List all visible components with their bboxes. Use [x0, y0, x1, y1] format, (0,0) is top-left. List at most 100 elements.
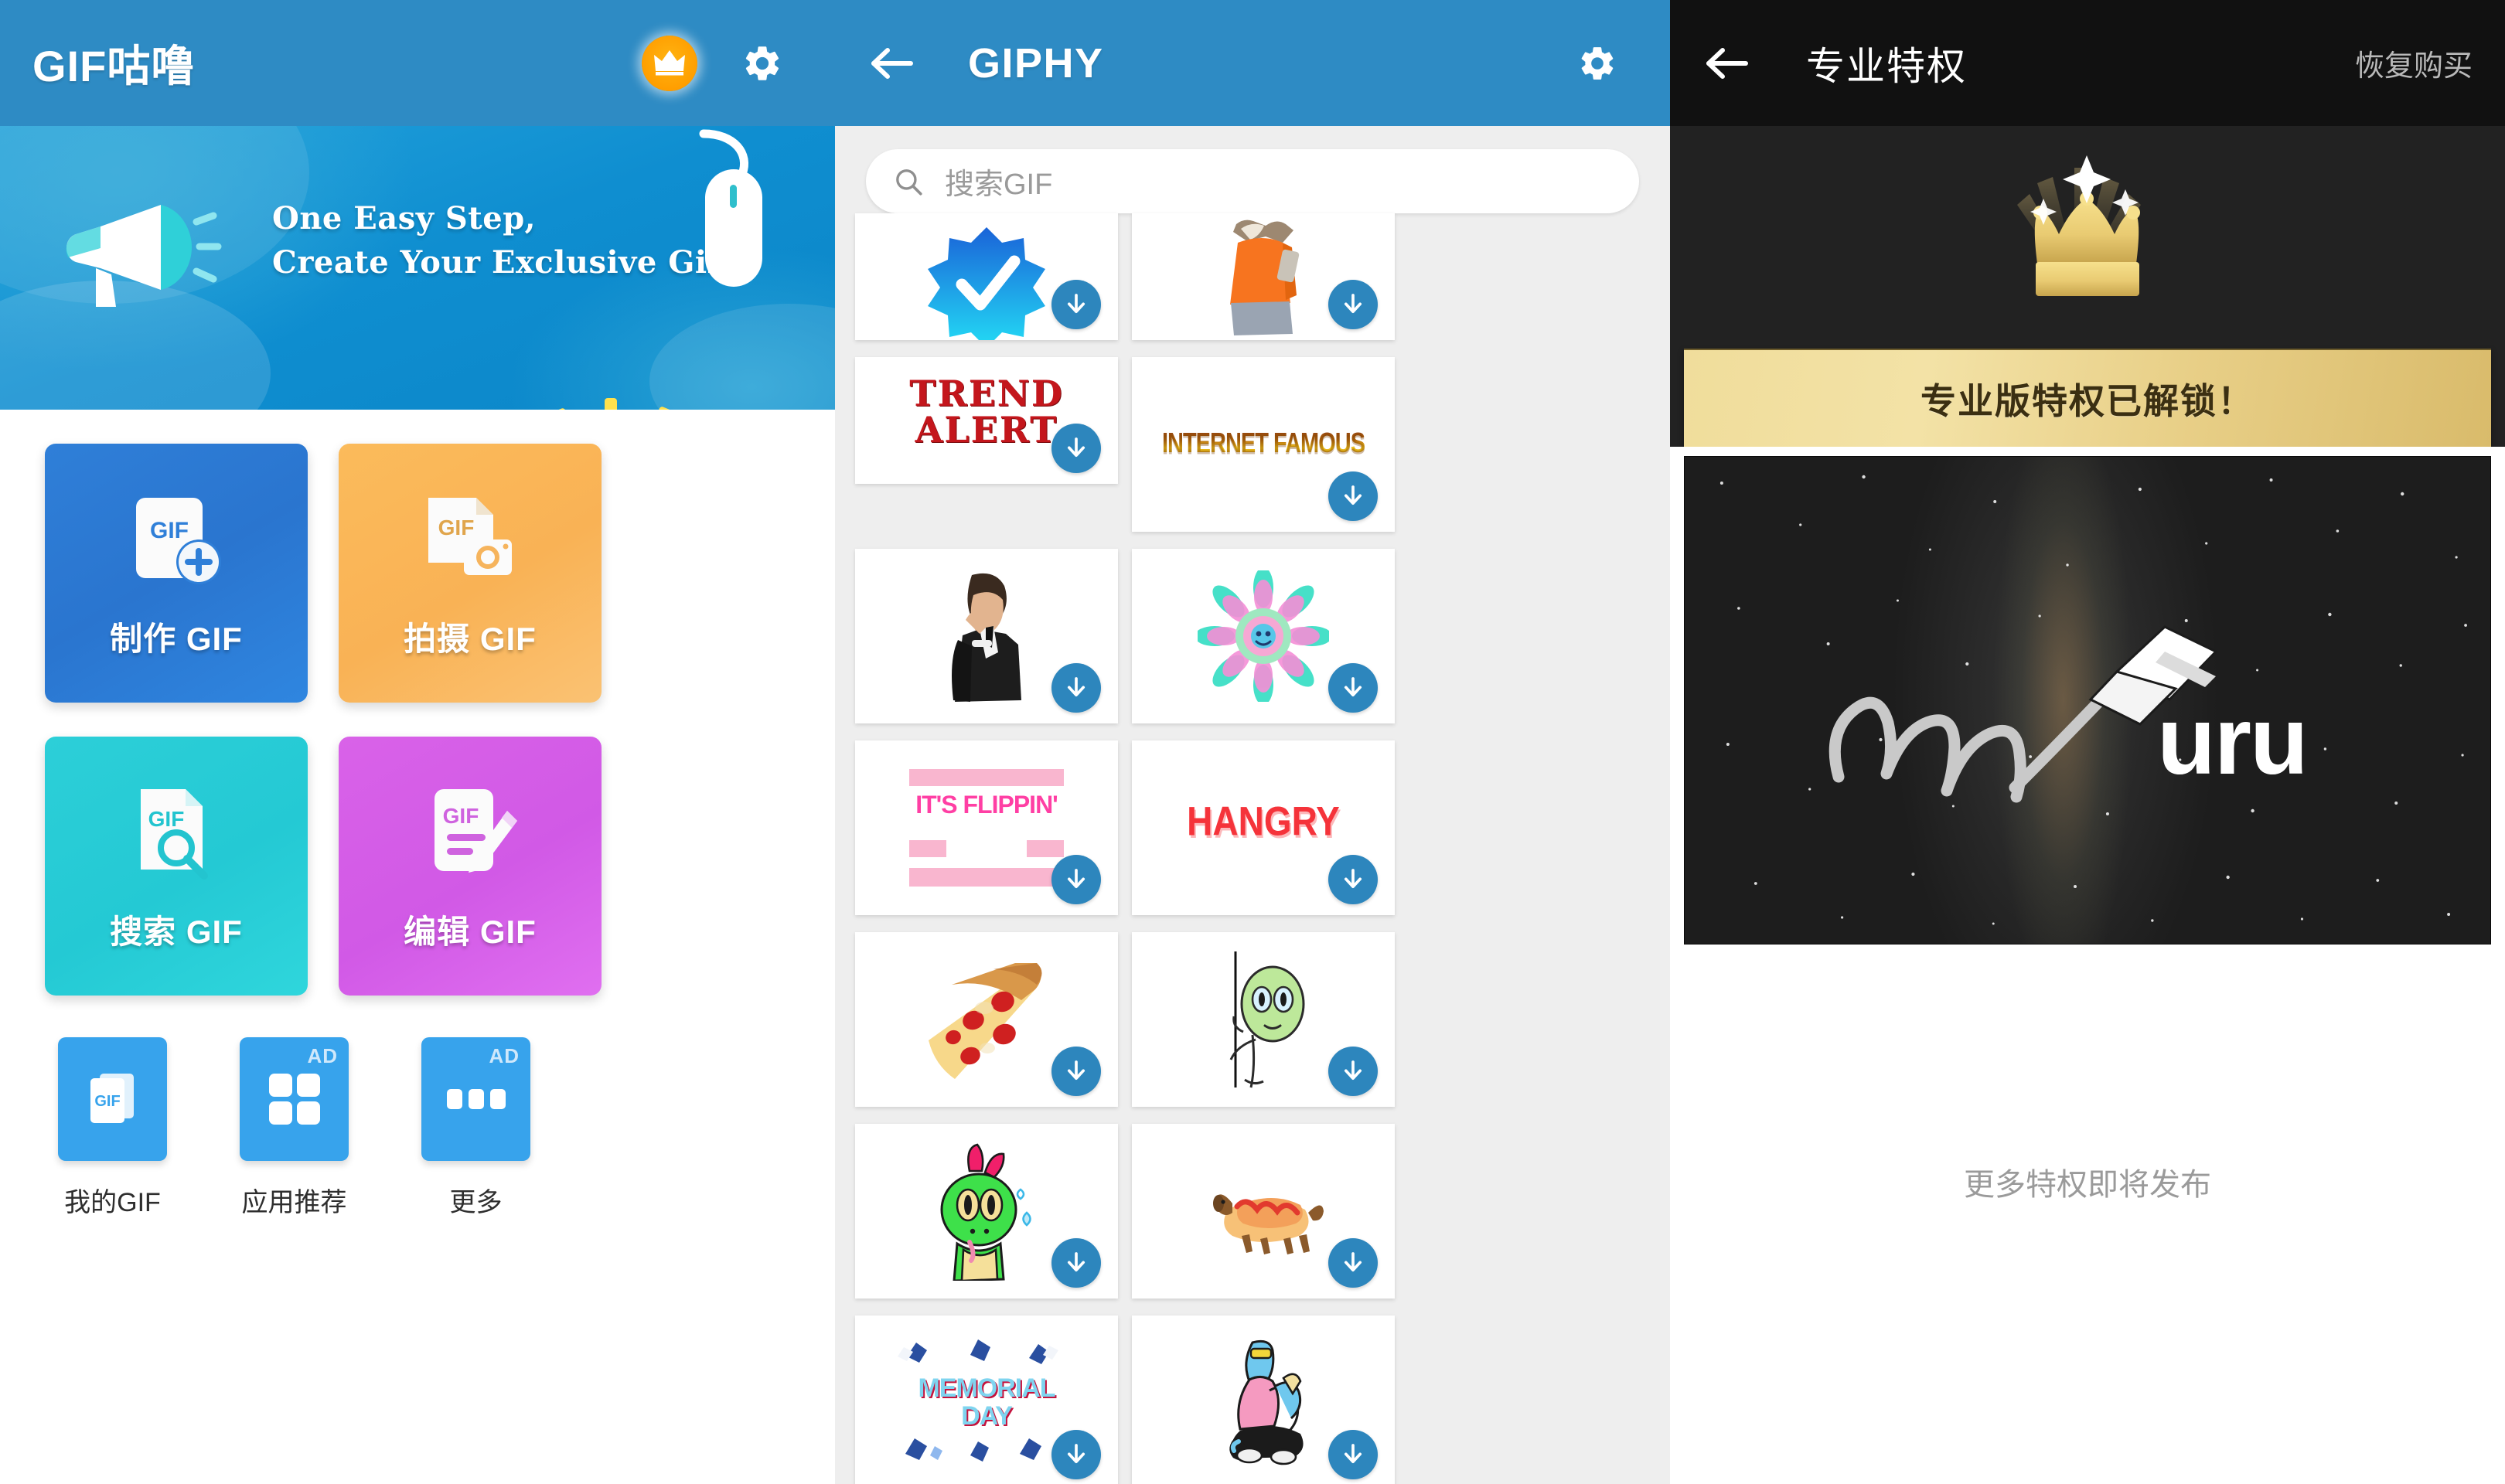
- gif-stack-glyph: GIF: [90, 1074, 134, 1123]
- feature-card[interactable]: uru: [1684, 456, 2491, 945]
- download-glyph: [1344, 1252, 1362, 1272]
- gif-cell[interactable]: [1132, 1124, 1395, 1298]
- gif-cell[interactable]: IT'S FLIPPIN': [855, 740, 1118, 915]
- gif-camera-icon: GIF: [416, 486, 524, 602]
- shoot-gif-label: 拍摄 GIF: [404, 621, 537, 657]
- gif-pencil-icon: GIF: [416, 779, 524, 895]
- download-arrow-icon[interactable]: [1328, 280, 1378, 329]
- pizza-slice-art: [929, 963, 1042, 1079]
- download-arrow-icon[interactable]: [1328, 1430, 1378, 1479]
- gif-cell[interactable]: HANGRY: [1132, 740, 1395, 915]
- gif-cell[interactable]: MEMORIAL DAY: [855, 1316, 1118, 1484]
- download-glyph: [1344, 485, 1362, 505]
- app-title: GIF咕噜: [32, 42, 196, 90]
- giphy-screen: GIPHY 搜索GIF TREND ALERT INTERNET FAMOUS …: [835, 0, 1670, 1484]
- download-glyph: [1344, 869, 1362, 889]
- gif-pencil-glyph: GIF: [435, 789, 517, 873]
- back-arrow-icon[interactable]: [1702, 44, 1750, 83]
- back-arrow-icon[interactable]: [867, 44, 915, 83]
- gif-grid: TREND ALERT INTERNET FAMOUS IT'S FLIPPIN…: [835, 213, 1670, 1484]
- svg-text:GIF: GIF: [443, 804, 479, 828]
- grid-apps-icon[interactable]: AD: [240, 1037, 349, 1161]
- download-arrow-icon[interactable]: [1051, 663, 1101, 713]
- photo-orange-shirt-art: [1229, 220, 1299, 335]
- confetti-top-icon: [898, 1339, 1058, 1365]
- alien-art: [1229, 951, 1305, 1087]
- search-icon: [896, 168, 922, 196]
- back-arrow-glyph: [1706, 47, 1748, 79]
- hero-art: One Easy Step, Create Your Exclusive Gif…: [0, 126, 835, 410]
- photo-facepalm-man-art: [952, 573, 1021, 702]
- gif-cell[interactable]: [1132, 213, 1395, 340]
- gear-glyph: [745, 46, 779, 80]
- ellipsis-icon[interactable]: AD: [421, 1037, 530, 1161]
- gif-cell[interactable]: [855, 213, 1118, 340]
- download-arrow-icon[interactable]: [1051, 424, 1101, 473]
- download-arrow-icon[interactable]: [1051, 1047, 1101, 1096]
- edit-gif-tile[interactable]: GIF 编辑 GIF: [339, 737, 602, 996]
- download-glyph: [1344, 677, 1362, 697]
- gif-cell[interactable]: TREND ALERT: [855, 357, 1118, 484]
- gif-cell[interactable]: [1132, 549, 1395, 723]
- squiggle-eraser-icon: uru: [1828, 625, 2309, 803]
- gif-stack-icon[interactable]: GIF: [58, 1037, 167, 1161]
- gif-cell[interactable]: [855, 1124, 1118, 1298]
- more-item[interactable]: AD 更多: [408, 1037, 544, 1219]
- search-input[interactable]: 搜索GIF: [866, 149, 1639, 213]
- gif-caption: IT'S FLIPPIN': [915, 790, 1058, 819]
- crown-icon[interactable]: [642, 35, 697, 91]
- app-recommend-item[interactable]: AD 应用推荐: [227, 1037, 362, 1219]
- megaphone-icon: [66, 205, 222, 307]
- gif-cell[interactable]: [1132, 932, 1395, 1107]
- download-arrow-icon[interactable]: [1051, 855, 1101, 904]
- gif-cell[interactable]: [1132, 1316, 1395, 1484]
- download-glyph: [1344, 1444, 1362, 1464]
- hero-banner[interactable]: One Easy Step, Create Your Exclusive Gif…: [0, 126, 835, 410]
- flower-face-art: [1198, 570, 1329, 702]
- download-arrow-icon[interactable]: [1328, 663, 1378, 713]
- confetti-bottom-icon: [905, 1438, 1041, 1462]
- pro-hero: 专业版特权已解锁！: [1670, 126, 2505, 447]
- giphy-title: GIPHY: [968, 39, 1104, 87]
- app-logo: uru: [1685, 588, 2490, 820]
- pro-unlocked-text: 专业版特权已解锁！: [1920, 380, 2254, 421]
- ad-badge: AD: [307, 1044, 338, 1067]
- search-gif-tile[interactable]: GIF 搜索 GIF: [45, 737, 308, 996]
- download-glyph: [1067, 294, 1086, 314]
- gif-cell[interactable]: [855, 932, 1118, 1107]
- svg-text:GIF: GIF: [438, 516, 475, 539]
- gif-camera-glyph: GIF: [428, 498, 512, 575]
- gif-cell[interactable]: [855, 549, 1118, 723]
- pink-bar-bottom: [909, 868, 1064, 887]
- gif-cell[interactable]: INTERNET FAMOUS: [1132, 357, 1395, 532]
- download-glyph: [1067, 437, 1086, 458]
- blue-character-art: [1229, 1339, 1304, 1465]
- gif-caption: INTERNET FAMOUS: [1161, 428, 1365, 460]
- shoot-gif-tile[interactable]: GIF 拍摄 GIF: [339, 444, 602, 703]
- home-tiles: GIF 制作 GIF GIF 拍摄 GIF GIF 搜索 GIF GIF 编辑 …: [0, 410, 835, 996]
- gear-icon[interactable]: [733, 34, 792, 93]
- app-recommend-label: 应用推荐: [241, 1188, 347, 1217]
- gif-plus-glyph: GIF: [136, 498, 221, 584]
- download-arrow-icon[interactable]: [1328, 855, 1378, 904]
- make-gif-tile[interactable]: GIF 制作 GIF: [45, 444, 308, 703]
- pro-appbar: 专业特权 恢复购买: [1670, 0, 2505, 126]
- edit-gif-label: 编辑 GIF: [404, 914, 537, 950]
- my-gif-label: 我的GIF: [64, 1188, 161, 1217]
- download-arrow-icon[interactable]: [1051, 280, 1101, 329]
- restore-purchase-button[interactable]: 恢复购买: [2355, 42, 2473, 84]
- download-arrow-icon[interactable]: [1328, 1238, 1378, 1288]
- download-arrow-icon[interactable]: [1051, 1238, 1101, 1288]
- gear-icon[interactable]: [1568, 34, 1627, 93]
- gif-caption: MEMORIAL DAY: [918, 1373, 1055, 1431]
- download-arrow-icon[interactable]: [1328, 471, 1378, 521]
- svg-text:GIF: GIF: [150, 518, 189, 543]
- coming-soon-note: 更多特权即将发布: [1964, 1168, 2211, 1202]
- search-placeholder: 搜索GIF: [945, 168, 1053, 201]
- badge-check-art: [927, 227, 1045, 340]
- pink-bar-left: [909, 840, 946, 858]
- download-arrow-icon[interactable]: [1328, 1047, 1378, 1096]
- more-label: 更多: [449, 1188, 503, 1217]
- download-arrow-icon[interactable]: [1051, 1430, 1101, 1479]
- my-gif-item[interactable]: GIF 我的GIF: [45, 1037, 180, 1219]
